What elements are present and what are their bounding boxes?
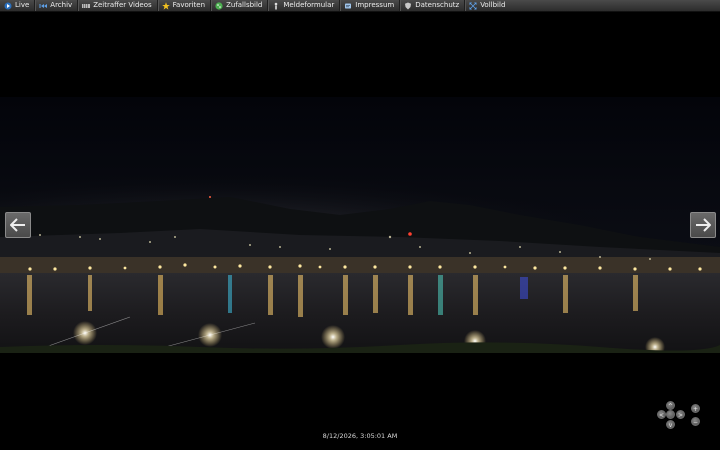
menu-item-datenschutz[interactable]: Datenschutz <box>400 0 466 11</box>
star-icon <box>161 1 170 10</box>
menu-item-label: Vollbild <box>480 1 506 9</box>
pan-left-button[interactable]: < <box>657 410 666 419</box>
pan-up-button[interactable]: ^ <box>666 401 675 410</box>
menu-item-label: Zufallsbild <box>226 1 263 9</box>
arrow-right-icon <box>696 218 711 232</box>
menu-item-label: Live <box>15 1 30 9</box>
person-form-icon <box>272 2 280 10</box>
menu-item-zeitraffer[interactable]: Zeitraffer Videos <box>78 0 158 11</box>
zoom-out-button[interactable]: − <box>691 417 700 426</box>
fullscreen-expand-icon <box>469 2 477 10</box>
menu-item-label: Zeitraffer Videos <box>93 1 152 9</box>
menu-item-archiv[interactable]: Archiv <box>35 0 79 11</box>
menu-item-impressum[interactable]: Impressum <box>340 0 401 11</box>
previous-image-button[interactable] <box>5 212 31 238</box>
archive-rewind-icon <box>39 2 48 10</box>
pan-right-button[interactable]: > <box>676 410 685 419</box>
menu-item-zufallsbild[interactable]: Zufallsbild <box>211 0 269 11</box>
zoom-in-button[interactable]: + <box>691 404 700 413</box>
menu-item-favoriten[interactable]: Favoriten <box>158 0 212 11</box>
menu-item-label: Archiv <box>50 1 73 9</box>
live-play-icon <box>4 2 12 10</box>
menu-item-vollbild[interactable]: Vollbild <box>465 0 510 11</box>
document-icon <box>344 2 352 10</box>
next-image-button[interactable] <box>690 212 716 238</box>
menu-item-label: Datenschutz <box>415 1 460 9</box>
menu-item-label: Meldeformular <box>283 1 335 9</box>
menu-item-label: Impressum <box>355 1 395 9</box>
menu-item-live[interactable]: Live <box>0 0 36 11</box>
menu-item-label: Favoriten <box>172 1 206 9</box>
webcam-image <box>0 97 720 353</box>
film-strip-icon <box>82 2 91 10</box>
arrow-left-icon <box>10 218 25 232</box>
shield-icon <box>404 2 412 10</box>
image-timestamp: 8/12/2026, 3:05:01 AM <box>322 432 398 440</box>
menu-item-meldeformular[interactable]: Meldeformular <box>268 0 341 11</box>
pan-down-button[interactable]: v <box>666 420 675 429</box>
pan-center-button[interactable] <box>666 410 675 419</box>
top-menu-bar: Live Archiv Zeitraffer Videos Favoriten … <box>0 0 720 12</box>
random-dice-icon <box>215 1 223 10</box>
